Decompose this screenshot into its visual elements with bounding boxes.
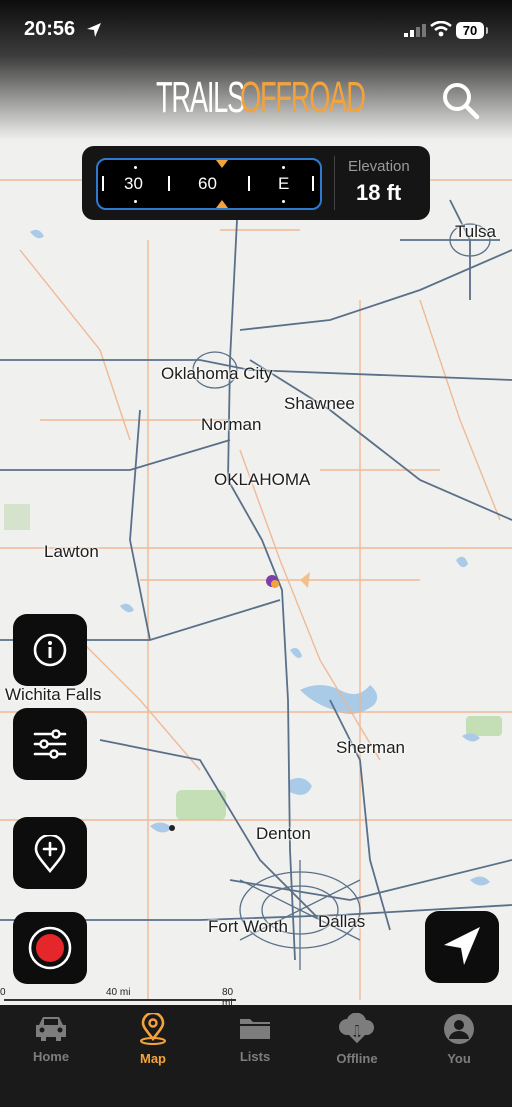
compass-mark-30: 30 [124,174,143,193]
tab-home-label: Home [32,1049,70,1064]
scale-zero: 0 [0,987,6,998]
cellular-signal-icon [404,24,426,37]
compass-mark-60: 60 [198,174,217,193]
status-bar: 20:56 70 [0,0,512,60]
compass-mark-east: E [278,174,290,193]
map-label-denton: Denton [256,824,311,843]
navigation-arrow-icon [444,927,480,965]
search-button[interactable] [438,78,482,122]
wifi-icon [430,21,452,37]
search-icon [443,83,480,120]
folder-icon [240,1019,270,1039]
location-arrow-icon [87,23,101,37]
compass-tick [248,176,250,191]
bottom-tab-bar: Home Map Lists Offline You [0,1005,512,1107]
map-label-shawnee: Shawnee [284,394,355,413]
car-icon [36,1017,66,1041]
heading-indicator-top-icon [216,160,228,168]
compass-dot [282,200,285,203]
compass-tick [312,176,314,191]
map-layers-settings-button[interactable] [13,708,87,780]
record-icon [28,926,72,970]
tab-you[interactable]: You [408,1005,510,1075]
cloud-download-icon [339,1013,374,1044]
recenter-location-button[interactable] [425,911,499,983]
tab-offline-label: Offline [336,1051,378,1066]
map-scale-bar: 0 40 mi 80 mi [0,985,240,1009]
logo-text-trails: TRAILS [156,73,245,122]
compass-tick [168,176,170,191]
map-label-wichita-falls: Wichita Falls [5,685,102,704]
compass-dot [134,200,137,203]
map-label-norman: Norman [201,415,262,434]
map-label-oklahoma: OKLAHOMA [214,470,311,489]
heading-indicator-bottom-icon [216,200,228,208]
map-label-sherman: Sherman [336,738,405,757]
tab-lists-label: Lists [239,1049,271,1064]
map-label-dallas: Dallas [318,912,366,931]
panel-divider [334,156,335,210]
map-label-fort-worth: Fort Worth [208,917,288,936]
elevation-value: 18 ft [356,180,402,205]
map-label-oklahoma-city: Oklahoma City [161,364,273,383]
battery-tip [486,27,488,34]
tab-offline[interactable]: Offline [306,1005,408,1075]
tab-you-label: You [447,1051,471,1066]
elevation-label: Elevation [348,158,410,175]
map-label-lawton: Lawton [44,542,99,561]
compass-elevation-panel[interactable]: 30 60 E Elevation 18 ft [82,146,430,220]
user-icon [444,1014,474,1044]
info-icon [33,633,67,667]
compass-dot [282,166,285,169]
app-logo: TRAILS OFFROAD [156,73,366,123]
battery-indicator: 70 [456,22,484,39]
tab-home[interactable]: Home [0,1005,102,1075]
record-track-button[interactable] [13,912,87,984]
tab-map[interactable]: Map [102,1005,204,1075]
map-pin-icon [140,1013,166,1045]
sliders-icon [33,729,67,759]
add-waypoint-button[interactable] [13,817,87,889]
compass-tick [102,176,104,191]
map-label-tulsa: Tulsa [455,222,496,241]
status-time: 20:56 [24,18,76,40]
compass-dot [134,166,137,169]
add-location-pin-icon [34,835,66,873]
compass-heading-strip: 30 60 E [96,158,322,210]
info-button[interactable] [13,614,87,686]
logo-text-offroad: OFFROAD [240,73,366,122]
scale-mid: 40 mi [106,987,131,998]
tab-lists[interactable]: Lists [204,1005,306,1075]
tab-map-label: Map [140,1051,166,1066]
scale-line [4,999,236,1001]
